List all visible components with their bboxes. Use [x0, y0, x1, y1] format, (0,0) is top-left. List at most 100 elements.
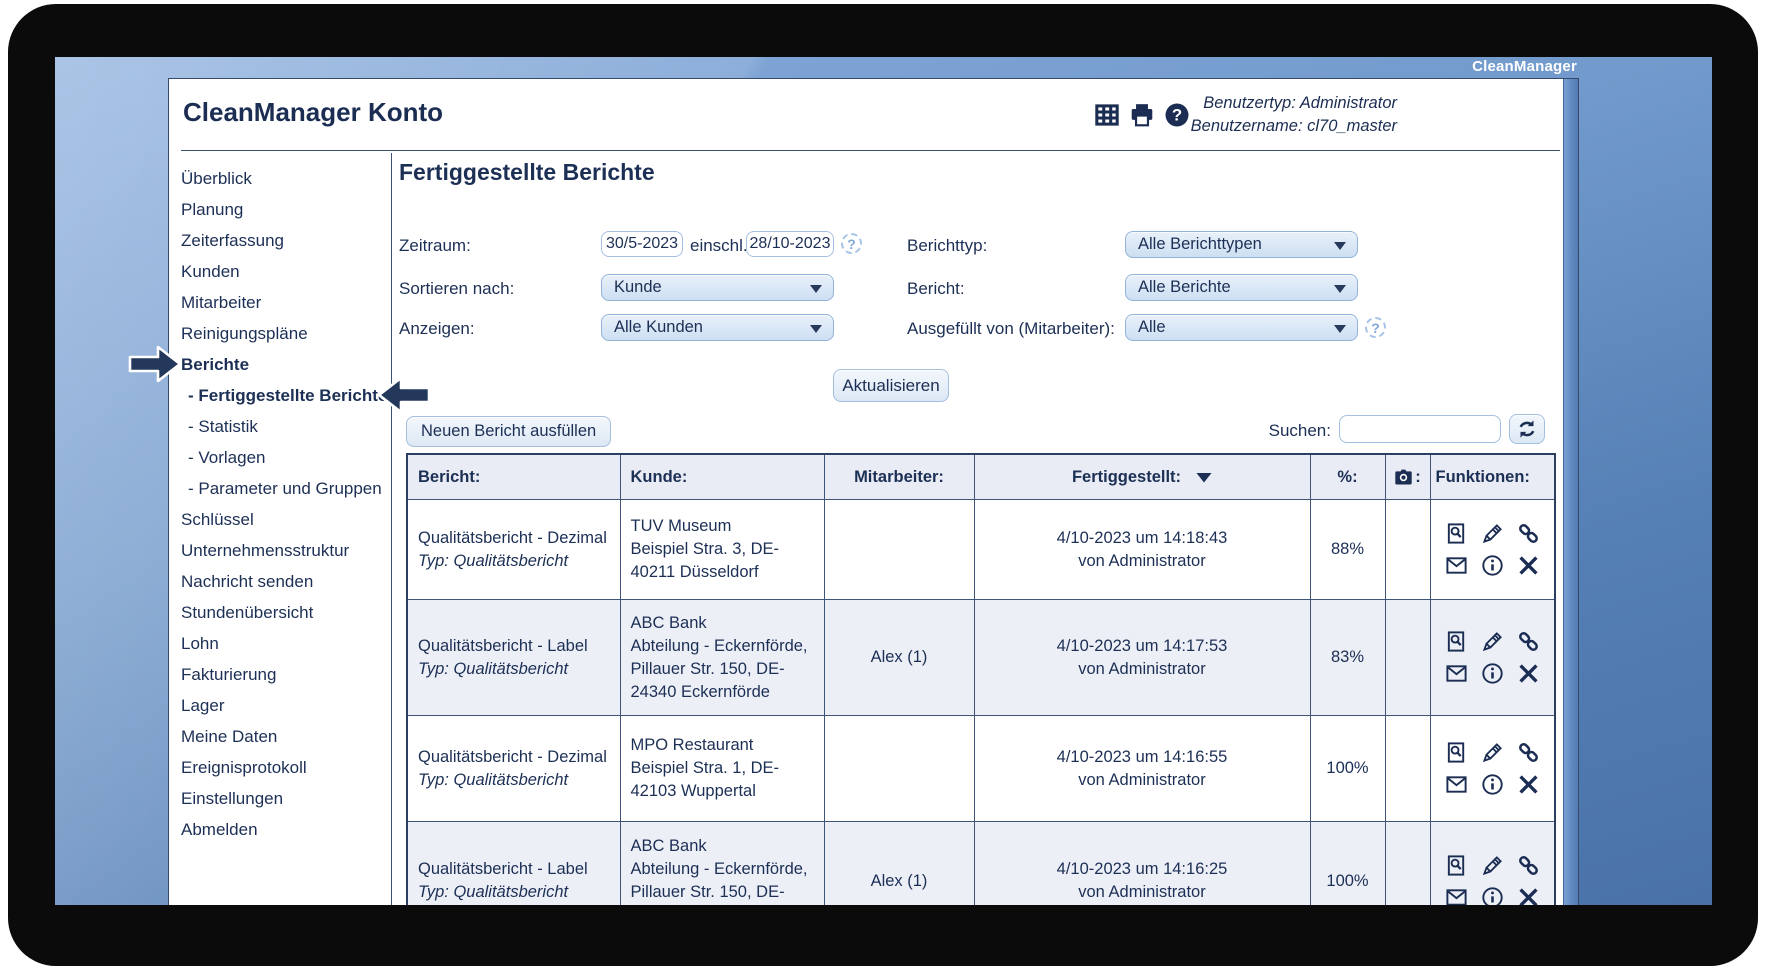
sidebar-item[interactable]: Kunden — [181, 256, 389, 287]
sidebar-item[interactable]: Nachricht senden — [181, 566, 389, 597]
berichttyp-label: Berichttyp: — [907, 236, 987, 256]
percent-cell: 83% — [1310, 600, 1385, 716]
einschl-label: einschl. — [690, 236, 748, 256]
info-icon[interactable] — [1481, 554, 1504, 577]
email-icon[interactable] — [1445, 554, 1468, 577]
info-icon[interactable] — [1481, 773, 1504, 796]
link-icon[interactable] — [1517, 630, 1540, 653]
sidebar-item[interactable]: Einstellungen — [181, 783, 389, 814]
sidebar-item[interactable]: Schlüssel — [181, 504, 389, 535]
link-icon[interactable] — [1517, 522, 1540, 545]
chevron-down-icon — [1334, 285, 1346, 293]
page-title: CleanManager Konto — [183, 97, 443, 128]
sidebar-item[interactable]: Überblick — [181, 163, 389, 194]
date-to-input[interactable]: 28/10-2023 — [746, 231, 834, 257]
sidebar-item[interactable]: Lohn — [181, 628, 389, 659]
table-grid-icon[interactable] — [1094, 102, 1120, 128]
help-icon[interactable]: ? — [841, 233, 862, 254]
edit-icon[interactable] — [1481, 630, 1504, 653]
sidebar-item[interactable]: Ereignisprotokoll — [181, 752, 389, 783]
sidebar-item[interactable]: - Fertiggestellte Berichte — [181, 380, 389, 411]
delete-icon[interactable] — [1517, 554, 1540, 577]
sidebar-nav: Überblick Planung Zeiterfassung Kunden M… — [181, 163, 389, 845]
col-header-kunde[interactable]: Kunde: — [620, 454, 824, 500]
sidebar-item[interactable]: Planung — [181, 194, 389, 225]
col-header-mitarbeiter[interactable]: Mitarbeiter: — [824, 454, 974, 500]
callout-arrow-right — [128, 344, 182, 384]
callout-arrow-left — [377, 375, 431, 415]
help-icon[interactable]: ? — [1365, 317, 1386, 338]
sidebar-item[interactable]: Unternehmensstruktur — [181, 535, 389, 566]
user-name: Benutzername: cl70_master — [1169, 115, 1397, 138]
sidebar-item[interactable]: Berichte — [181, 349, 389, 380]
sortieren-label: Sortieren nach: — [399, 279, 514, 299]
link-icon[interactable] — [1517, 854, 1540, 877]
info-icon[interactable] — [1481, 886, 1504, 905]
refresh-button[interactable] — [1509, 414, 1545, 444]
preview-icon[interactable] — [1445, 854, 1468, 877]
email-icon[interactable] — [1445, 662, 1468, 685]
col-header-bericht[interactable]: Bericht: — [407, 454, 620, 500]
report-cell: Qualitätsbericht - Dezimal Typ: Qualität… — [407, 500, 620, 600]
email-icon[interactable] — [1445, 773, 1468, 796]
completed-cell: 4/10-2023 um 14:17:53 von Administrator — [974, 600, 1310, 716]
preview-icon[interactable] — [1445, 630, 1468, 653]
neuen-bericht-button[interactable]: Neuen Bericht ausfüllen — [406, 416, 611, 447]
edit-icon[interactable] — [1481, 522, 1504, 545]
sidebar-item[interactable]: Lager — [181, 690, 389, 721]
info-icon[interactable] — [1481, 662, 1504, 685]
sidebar-item[interactable]: - Vorlagen — [181, 442, 389, 473]
printer-icon[interactable] — [1129, 102, 1155, 128]
sortieren-select[interactable]: Kunde — [601, 274, 834, 301]
berichttyp-select[interactable]: Alle Berichttypen — [1125, 231, 1358, 258]
search-input[interactable] — [1339, 415, 1501, 443]
functions-cell — [1430, 822, 1555, 906]
col-header-photo[interactable]: : — [1385, 454, 1430, 500]
edit-icon[interactable] — [1481, 741, 1504, 764]
table-row: Qualitätsbericht - Label Typ: Qualitätsb… — [407, 600, 1555, 716]
functions-cell — [1430, 500, 1555, 600]
photo-cell — [1385, 716, 1430, 822]
chevron-down-icon — [1334, 325, 1346, 333]
percent-cell: 88% — [1310, 500, 1385, 600]
table-row: Qualitätsbericht - Dezimal Typ: Qualität… — [407, 716, 1555, 822]
completed-cell: 4/10-2023 um 14:18:43 von Administrator — [974, 500, 1310, 600]
sidebar-item[interactable]: Stundenübersicht — [181, 597, 389, 628]
photo-cell — [1385, 600, 1430, 716]
section-title: Fertiggestellte Berichte — [399, 159, 655, 186]
email-icon[interactable] — [1445, 886, 1468, 905]
sidebar-item[interactable]: Fakturierung — [181, 659, 389, 690]
edit-icon[interactable] — [1481, 854, 1504, 877]
berichttyp-value: Alle Berichttypen — [1138, 235, 1262, 253]
sidebar-item[interactable]: Reinigungspläne — [181, 318, 389, 349]
link-icon[interactable] — [1517, 741, 1540, 764]
percent-cell: 100% — [1310, 716, 1385, 822]
anzeigen-select[interactable]: Alle Kunden — [601, 314, 834, 341]
ausgefuellt-value: Alle — [1138, 318, 1166, 336]
functions-cell — [1430, 600, 1555, 716]
window-scrollbar[interactable] — [1563, 79, 1578, 905]
ausgefuellt-select[interactable]: Alle — [1125, 314, 1358, 341]
sidebar-item[interactable]: Meine Daten — [181, 721, 389, 752]
preview-icon[interactable] — [1445, 741, 1468, 764]
delete-icon[interactable] — [1517, 886, 1540, 905]
customer-cell: MPO Restaurant Beispiel Stra. 1, DE- 421… — [620, 716, 824, 822]
col-header-fertiggestellt[interactable]: Fertiggestellt: — [974, 454, 1310, 500]
user-type: Benutzertyp: Administrator — [1169, 92, 1397, 115]
delete-icon[interactable] — [1517, 662, 1540, 685]
date-from-input[interactable]: 30/5-2023 — [601, 231, 683, 257]
sidebar-item[interactable]: Zeiterfassung — [181, 225, 389, 256]
preview-icon[interactable] — [1445, 522, 1468, 545]
sidebar-item[interactable]: Abmelden — [181, 814, 389, 845]
aktualisieren-button[interactable]: Aktualisieren — [833, 369, 949, 402]
bericht-select[interactable]: Alle Berichte — [1125, 274, 1358, 301]
chevron-down-icon — [1334, 242, 1346, 250]
sidebar-item[interactable]: Mitarbeiter — [181, 287, 389, 318]
sidebar-item[interactable]: - Statistik — [181, 411, 389, 442]
sidebar-item[interactable]: - Parameter und Gruppen — [181, 473, 389, 504]
completed-cell: 4/10-2023 um 14:16:25 von Administrator — [974, 822, 1310, 906]
delete-icon[interactable] — [1517, 773, 1540, 796]
col-header-percent[interactable]: %: — [1310, 454, 1385, 500]
report-cell: Qualitätsbericht - Label Typ: Qualitätsb… — [407, 822, 620, 906]
table-row: Qualitätsbericht - Dezimal Typ: Qualität… — [407, 500, 1555, 600]
